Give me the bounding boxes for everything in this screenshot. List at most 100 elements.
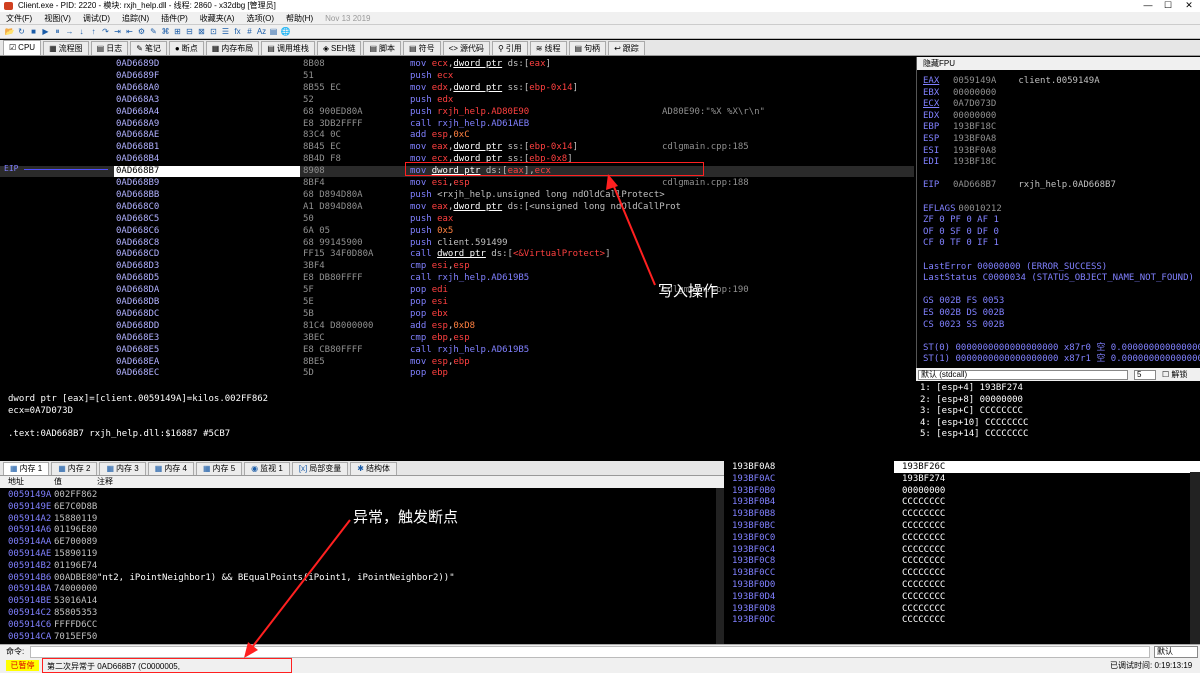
- minimize-button[interactable]: —: [1138, 0, 1158, 11]
- stack-row[interactable]: 193BF0D0 CCCCCCCC: [726, 579, 1200, 591]
- disasm-row[interactable]: 0AD668CD FF15 34F0D80A call dword ptr ds:[…: [0, 249, 914, 260]
- callconv-select[interactable]: 默认 (stdcall): [918, 370, 1128, 380]
- toolbar-icon[interactable]: ↷: [100, 27, 111, 37]
- toolbar-icon[interactable]: ⊡: [208, 27, 219, 37]
- toolbar-icon[interactable]: 🌐: [280, 27, 291, 37]
- menu-item[interactable]: 视图(V): [38, 12, 77, 24]
- register-row[interactable]: [923, 250, 975, 261]
- register-row[interactable]: ST(0) 0000000000000000000 x87r0 空 0.0000…: [923, 343, 1200, 354]
- tab-0[interactable]: ☑ CPU: [3, 40, 42, 55]
- register-row[interactable]: LastError 00000000 (ERROR_SUCCESS): [923, 262, 1107, 273]
- toolbar-icon[interactable]: #: [244, 27, 255, 37]
- disasm-row[interactable]: 0AD668DD 81C4 D8000000 add esp,0xD8: [0, 321, 914, 332]
- col-address[interactable]: 地址: [8, 476, 24, 488]
- stack-row[interactable]: 193BF0B4 CCCCCCCC: [726, 496, 1200, 508]
- disasm-row[interactable]: 0AD668C5 50 push eax: [0, 214, 914, 225]
- menu-item[interactable]: 插件(P): [155, 12, 194, 24]
- memory-dump[interactable]: 地址 值 注释 0059149A 002FF862 0059149E 6E7C0D8B…: [0, 476, 724, 644]
- toolbar-icon[interactable]: fx: [232, 27, 243, 37]
- col-comment[interactable]: 注释: [97, 476, 113, 488]
- register-row[interactable]: EDI 193BF18C: [923, 157, 1018, 168]
- memdump-row[interactable]: 005914A6 01196E80: [0, 525, 724, 536]
- tab-9[interactable]: ▤ 符号: [403, 41, 441, 55]
- register-row[interactable]: ZF 0 PF 0 AF 1: [923, 215, 999, 226]
- toolbar-icon[interactable]: Az: [256, 27, 267, 37]
- toolbar-icon[interactable]: ▤: [268, 27, 279, 37]
- command-mode-select[interactable]: 默认: [1154, 646, 1198, 658]
- register-row[interactable]: [923, 192, 975, 203]
- memtab-0[interactable]: ▦ 内存 1: [3, 462, 50, 475]
- toolbar-icon[interactable]: ✎: [148, 27, 159, 37]
- toolbar-icon[interactable]: ■: [28, 27, 39, 37]
- disasm-row[interactable]: 0AD668A4 68 900ED80A push rxjh_help.AD80E9…: [0, 107, 914, 118]
- memdump-row[interactable]: 005914AE 15890119: [0, 549, 724, 560]
- command-input[interactable]: [30, 646, 1150, 658]
- memdump-row[interactable]: 005914AA 6E700089: [0, 537, 724, 548]
- stack-row[interactable]: 193BF0C0 CCCCCCCC: [726, 532, 1200, 544]
- memdump-row[interactable]: 005914BA 74000000: [0, 584, 724, 595]
- register-row[interactable]: EFLAGS 00010212: [923, 204, 1024, 215]
- stack-arg-row[interactable]: 5: [esp+14] CCCCCCCC: [920, 429, 1028, 440]
- unlock-checkbox[interactable]: ☐ 解锁: [1162, 368, 1187, 381]
- tab-11[interactable]: ⚲ 引用: [491, 41, 528, 55]
- register-row[interactable]: ESI 193BF0A8: [923, 146, 1018, 157]
- disasm-row[interactable]: 0AD668EA 8BE5 mov esp,ebp: [0, 357, 914, 368]
- toolbar-icon[interactable]: →: [64, 27, 75, 37]
- tab-1[interactable]: ▦ 流程图: [43, 41, 89, 55]
- register-row[interactable]: OF 0 SF 0 DF 0: [923, 227, 999, 238]
- stack-row[interactable]: 193BF0AC 193BF274: [726, 473, 1200, 485]
- menu-item[interactable]: 帮助(H): [280, 12, 319, 24]
- disasm-row[interactable]: 0AD668A3 52 push edx: [0, 95, 914, 106]
- stack-row[interactable]: 193BF0DC CCCCCCCC: [726, 614, 1200, 626]
- memtab-2[interactable]: ▦ 内存 3: [99, 462, 146, 475]
- tab-6[interactable]: ▤ 调用堆栈: [261, 41, 315, 55]
- disasm-row[interactable]: 0AD668DA 5F pop edi cdlgmain.cpp:190: [0, 285, 914, 296]
- stack-row[interactable]: 193BF0B8 CCCCCCCC: [726, 508, 1200, 520]
- tab-10[interactable]: <> 源代码: [442, 41, 490, 55]
- disasm-row[interactable]: 0AD668AE 83C4 0C add esp,0xC: [0, 130, 914, 141]
- stack-scrollbar[interactable]: [1190, 472, 1200, 644]
- stack-arg-row[interactable]: 2: [esp+8] 00000000: [920, 395, 1023, 406]
- disasm-row[interactable]: 0AD668C6 6A 05 push 0x5: [0, 226, 914, 237]
- register-row[interactable]: EBP 193BF18C: [923, 122, 1018, 133]
- stack-row[interactable]: 193BF0D8 CCCCCCCC: [726, 603, 1200, 615]
- register-row[interactable]: [923, 285, 975, 296]
- menu-item[interactable]: 收藏夹(A): [194, 12, 241, 24]
- menu-item[interactable]: 追踪(N): [116, 12, 155, 24]
- memtab-5[interactable]: ◉ 监视 1: [244, 462, 290, 475]
- toolbar-icon[interactable]: ▶: [40, 27, 51, 37]
- disasm-row[interactable]: 0AD668B9 8BF4 mov esi,esp cdlgmain.cpp:188: [0, 178, 914, 189]
- register-row[interactable]: EAX 0059149A client.0059149A: [923, 76, 1100, 87]
- register-row[interactable]: EDX 00000000: [923, 111, 1018, 122]
- memtab-1[interactable]: ▦ 内存 2: [51, 462, 98, 475]
- disasm-row[interactable]: 0AD668EC 5D pop ebp: [0, 368, 914, 379]
- stack-arguments[interactable]: 1: [esp+4] 193BF274 2: [esp+8] 00000000 3:…: [916, 381, 1200, 461]
- register-row[interactable]: GS 002B FS 0053: [923, 296, 1004, 307]
- disasm-row[interactable]: 0AD668BB 68 D894D80A push <rxjh_help.unsig…: [0, 190, 914, 201]
- toolbar-icon[interactable]: ↑: [88, 27, 99, 37]
- disasm-row[interactable]: 0AD6689F 51 push ecx: [0, 71, 914, 82]
- menu-item[interactable]: 文件(F): [0, 12, 38, 24]
- disasm-row[interactable]: 0AD668A0 8B55 EC mov edx,dword ptr ss:[ebp…: [0, 83, 914, 94]
- memdump-row[interactable]: 005914CA 7015EF50: [0, 632, 724, 643]
- memtab-7[interactable]: ✱ 结构体: [350, 462, 397, 475]
- menu-item[interactable]: 调试(D): [77, 12, 116, 24]
- toolbar-icon[interactable]: ⊟: [184, 27, 195, 37]
- toolbar-icon[interactable]: ⏸: [52, 27, 63, 37]
- register-row[interactable]: ECX 0A7D073D: [923, 99, 1018, 110]
- tab-12[interactable]: ≋ 线程: [529, 41, 567, 55]
- tab-5[interactable]: ▦ 内存布局: [205, 41, 260, 55]
- memtab-4[interactable]: ▦ 内存 5: [195, 462, 243, 475]
- disasm-row[interactable]: 0AD668D3 3BF4 cmp esi,esp: [0, 261, 914, 272]
- toolbar-icon[interactable]: ⊞: [172, 27, 183, 37]
- stack-arg-row[interactable]: 3: [esp+C] CCCCCCCC: [920, 406, 1023, 417]
- register-row[interactable]: [923, 169, 975, 180]
- maximize-button[interactable]: ☐: [1158, 0, 1178, 11]
- tab-13[interactable]: ▤ 句柄: [568, 41, 607, 55]
- disasm-row[interactable]: 0AD6689D 8B08 mov ecx,dword ptr ds:[eax]: [0, 59, 914, 70]
- toolbar-icon[interactable]: ⊠: [196, 27, 207, 37]
- register-row[interactable]: CF 0 TF 0 IF 1: [923, 238, 999, 249]
- toolbar-icon[interactable]: ⇤: [124, 27, 135, 37]
- disasm-row[interactable]: 0AD668E3 3BEC cmp ebp,esp: [0, 333, 914, 344]
- memdump-row[interactable]: 005914B6 00ADBE80 "nt2, iPointNeighbor1) &…: [0, 573, 724, 584]
